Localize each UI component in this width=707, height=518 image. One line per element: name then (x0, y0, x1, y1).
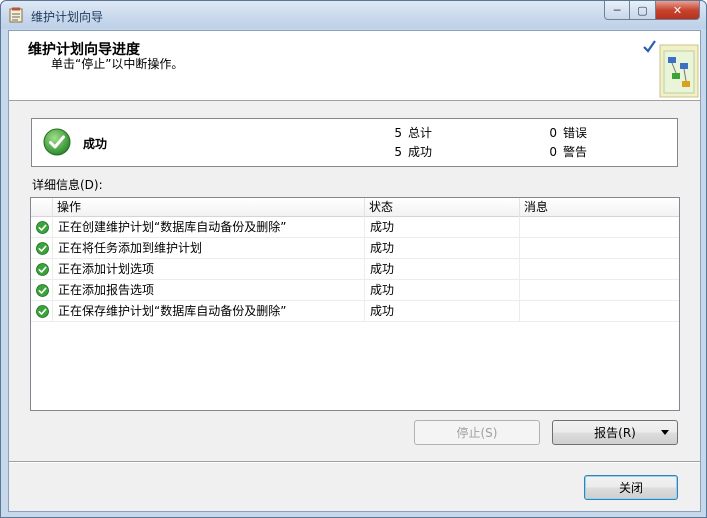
row-status-icon-cell (31, 301, 53, 322)
summary-panel: 成功 5 总计 5 成功 0 错误 0 警告 (31, 118, 678, 167)
stat-total: 5 总计 (388, 124, 432, 141)
success-check-icon (36, 221, 49, 234)
column-header-status[interactable]: 状态 (365, 198, 520, 217)
wizard-window: 维护计划向导 ─ ▢ ✕ 维护计划向导进度 单击“停止”以中断操作。 成功 5 … (0, 0, 707, 518)
stat-warning-label: 警告 (563, 145, 588, 159)
wizard-banner-icon (643, 40, 699, 98)
stat-error: 0 错误 (543, 124, 587, 141)
stop-button[interactable]: 停止(S) (414, 420, 540, 445)
table-row[interactable]: 正在将任务添加到维护计划 成功 (31, 238, 679, 259)
stat-success-count: 5 (394, 145, 402, 159)
dialog-client: 维护计划向导进度 单击“停止”以中断操作。 成功 5 总计 5 成功 0 错误 … (8, 30, 701, 512)
close-window-button[interactable]: ✕ (656, 1, 700, 20)
column-header-message[interactable]: 消息 (520, 198, 679, 217)
title-bar[interactable]: 维护计划向导 ─ ▢ ✕ (1, 1, 706, 29)
row-status-icon-cell (31, 217, 53, 238)
cell-status: 成功 (365, 238, 520, 259)
stat-total-label: 总计 (408, 126, 433, 140)
dropdown-arrow-icon (661, 430, 669, 435)
cell-status: 成功 (365, 280, 520, 301)
minimize-button[interactable]: ─ (604, 1, 630, 20)
stat-success-label: 成功 (408, 145, 433, 159)
cell-message (520, 238, 679, 259)
window-controls: ─ ▢ ✕ (604, 1, 700, 21)
summary-status: 成功 (83, 137, 108, 151)
success-check-icon (36, 305, 49, 318)
maximize-button[interactable]: ▢ (630, 1, 656, 20)
footer-separator-highlight (9, 462, 700, 463)
cell-message (520, 217, 679, 238)
success-check-icon (36, 242, 49, 255)
cell-status: 成功 (365, 259, 520, 280)
success-check-icon (43, 128, 71, 156)
window-title: 维护计划向导 (31, 10, 104, 24)
grid-header-icon-col (31, 198, 53, 217)
cell-message (520, 280, 679, 301)
stat-warning-count: 0 (549, 145, 557, 159)
grid-header: 操作 状态 消息 (31, 198, 679, 217)
details-label: 详细信息(D): (32, 178, 103, 192)
success-check-icon (36, 263, 49, 276)
wizard-header: 维护计划向导进度 单击“停止”以中断操作。 (9, 31, 700, 101)
cell-action: 正在将任务添加到维护计划 (53, 238, 365, 259)
cell-action: 正在添加计划选项 (53, 259, 365, 280)
cell-message (520, 301, 679, 322)
stat-total-count: 5 (394, 126, 402, 140)
report-button[interactable]: 报告(R) (552, 420, 678, 445)
report-button-label: 报告(R) (594, 426, 636, 440)
row-status-icon-cell (31, 238, 53, 259)
table-row[interactable]: 正在添加计划选项 成功 (31, 259, 679, 280)
stat-error-count: 0 (549, 126, 557, 140)
row-status-icon-cell (31, 280, 53, 301)
stat-success: 5 成功 (388, 143, 432, 160)
cell-message (520, 259, 679, 280)
table-row[interactable]: 正在保存维护计划“数据库自动备份及删除” 成功 (31, 301, 679, 322)
app-icon (9, 7, 23, 23)
page-subtitle: 单击“停止”以中断操作。 (51, 57, 184, 71)
cell-status: 成功 (365, 217, 520, 238)
success-check-icon (36, 284, 49, 297)
stat-warning: 0 警告 (543, 143, 587, 160)
cell-action: 正在创建维护计划“数据库自动备份及删除” (53, 217, 365, 238)
cell-action: 正在保存维护计划“数据库自动备份及删除” (53, 301, 365, 322)
details-grid[interactable]: 操作 状态 消息 正在创建维护计划“数据库自动备份及删除” 成功 正在将任务添加到维… (30, 197, 680, 411)
cell-status: 成功 (365, 301, 520, 322)
stat-error-label: 错误 (563, 126, 588, 140)
cell-action: 正在添加报告选项 (53, 280, 365, 301)
close-button[interactable]: 关闭 (584, 475, 678, 500)
row-status-icon-cell (31, 259, 53, 280)
column-header-action[interactable]: 操作 (53, 198, 365, 217)
table-row[interactable]: 正在创建维护计划“数据库自动备份及删除” 成功 (31, 217, 679, 238)
table-row[interactable]: 正在添加报告选项 成功 (31, 280, 679, 301)
